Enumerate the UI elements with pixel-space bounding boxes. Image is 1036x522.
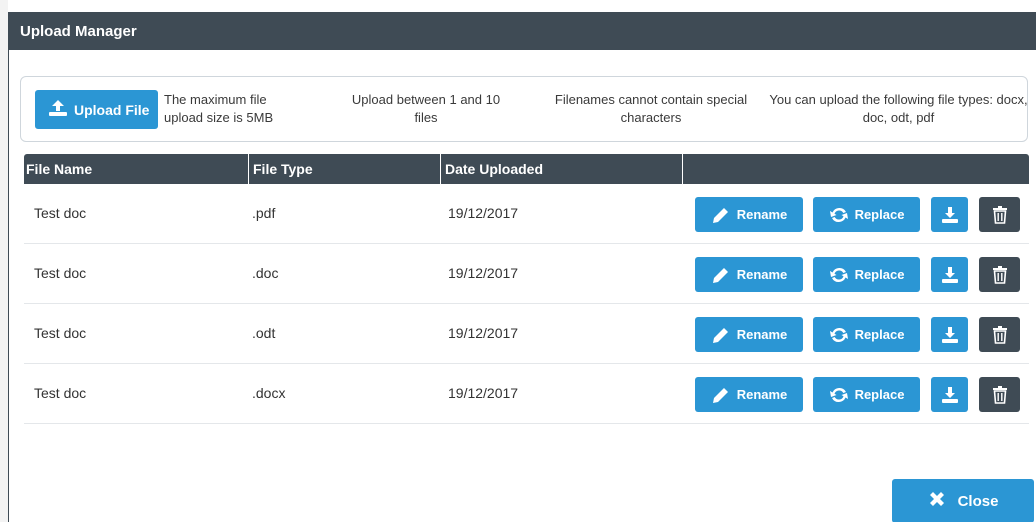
table-header: File Name File Type Date Uploaded	[24, 154, 1029, 184]
max-size-info: The maximum file upload size is 5MB	[164, 92, 274, 125]
close-icon	[928, 490, 946, 512]
replace-button[interactable]: Replace	[813, 197, 920, 232]
rename-button[interactable]: Rename	[695, 197, 803, 232]
rename-button[interactable]: Rename	[695, 317, 803, 352]
delete-button[interactable]	[979, 317, 1020, 352]
rename-label: Rename	[736, 207, 788, 222]
table-row: Test doc .doc 19/12/2017 Rename Replace	[24, 244, 1029, 304]
pencil-icon	[711, 326, 731, 344]
date-uploaded-cell: 19/12/2017	[448, 205, 519, 221]
header-file-name: File Name	[26, 161, 93, 177]
file-type-cell: .docx	[252, 385, 286, 401]
rename-button[interactable]: Rename	[695, 377, 803, 412]
table-row: Test doc .odt 19/12/2017 Rename Replace	[24, 304, 1029, 364]
table-row: Test doc .docx 19/12/2017 Rename Replace	[24, 364, 1029, 424]
upload-info-bar: Upload File The maximum file upload size…	[20, 76, 1028, 142]
file-type-cell: .pdf	[252, 205, 276, 221]
files-table: File Name File Type Date Uploaded Test d…	[24, 154, 1029, 424]
modal-title: Upload Manager	[9, 12, 1036, 50]
upload-icon	[48, 99, 68, 120]
page-backdrop	[0, 0, 8, 522]
download-button[interactable]	[931, 317, 968, 352]
rename-label: Rename	[736, 267, 788, 282]
pencil-icon	[711, 266, 731, 284]
replace-button[interactable]: Replace	[813, 317, 920, 352]
header-file-type: File Type	[248, 154, 440, 184]
close-label: Close	[957, 492, 999, 510]
header-actions	[682, 154, 1029, 184]
delete-button[interactable]	[979, 197, 1020, 232]
rename-button[interactable]: Rename	[695, 257, 803, 292]
refresh-icon	[829, 206, 849, 224]
replace-label: Replace	[854, 207, 905, 222]
pencil-icon	[711, 386, 731, 404]
download-button[interactable]	[931, 197, 968, 232]
rename-label: Rename	[736, 327, 788, 342]
download-icon	[941, 206, 959, 224]
refresh-icon	[829, 326, 849, 344]
file-name-cell: Test doc	[34, 385, 87, 401]
download-button[interactable]	[931, 257, 968, 292]
table-row: Test doc .pdf 19/12/2017 Rename Replace	[24, 184, 1029, 244]
pencil-icon	[711, 206, 731, 224]
trash-icon	[992, 265, 1008, 284]
file-count-info: Upload between 1 and 10 files	[351, 92, 501, 125]
replace-label: Replace	[854, 387, 905, 402]
file-types-info: You can upload the following file types:…	[769, 92, 1028, 125]
delete-button[interactable]	[979, 257, 1020, 292]
file-name-cell: Test doc	[34, 205, 87, 221]
refresh-icon	[829, 266, 849, 284]
file-name-cell: Test doc	[34, 265, 87, 281]
date-uploaded-cell: 19/12/2017	[448, 265, 519, 281]
file-name-cell: Test doc	[34, 325, 87, 341]
replace-label: Replace	[854, 267, 905, 282]
download-icon	[941, 326, 959, 344]
file-type-cell: .doc	[252, 265, 279, 281]
replace-button[interactable]: Replace	[813, 377, 920, 412]
date-uploaded-cell: 19/12/2017	[448, 325, 519, 341]
trash-icon	[992, 385, 1008, 404]
trash-icon	[992, 205, 1008, 224]
upload-file-button[interactable]: Upload File	[35, 90, 158, 129]
upload-file-label: Upload File	[74, 101, 150, 118]
rename-label: Rename	[736, 387, 788, 402]
delete-button[interactable]	[979, 377, 1020, 412]
close-button[interactable]: Close	[892, 479, 1034, 522]
download-icon	[941, 386, 959, 404]
file-type-cell: .odt	[252, 325, 276, 341]
upload-manager-modal: Upload Manager Upload File The maximum f…	[8, 12, 1036, 522]
trash-icon	[992, 325, 1008, 344]
date-uploaded-cell: 19/12/2017	[448, 385, 519, 401]
replace-label: Replace	[854, 327, 905, 342]
refresh-icon	[829, 386, 849, 404]
download-button[interactable]	[931, 377, 968, 412]
header-date-uploaded: Date Uploaded	[440, 154, 682, 184]
replace-button[interactable]: Replace	[813, 257, 920, 292]
download-icon	[941, 266, 959, 284]
filename-rules-info: Filenames cannot contain special charact…	[554, 92, 748, 125]
